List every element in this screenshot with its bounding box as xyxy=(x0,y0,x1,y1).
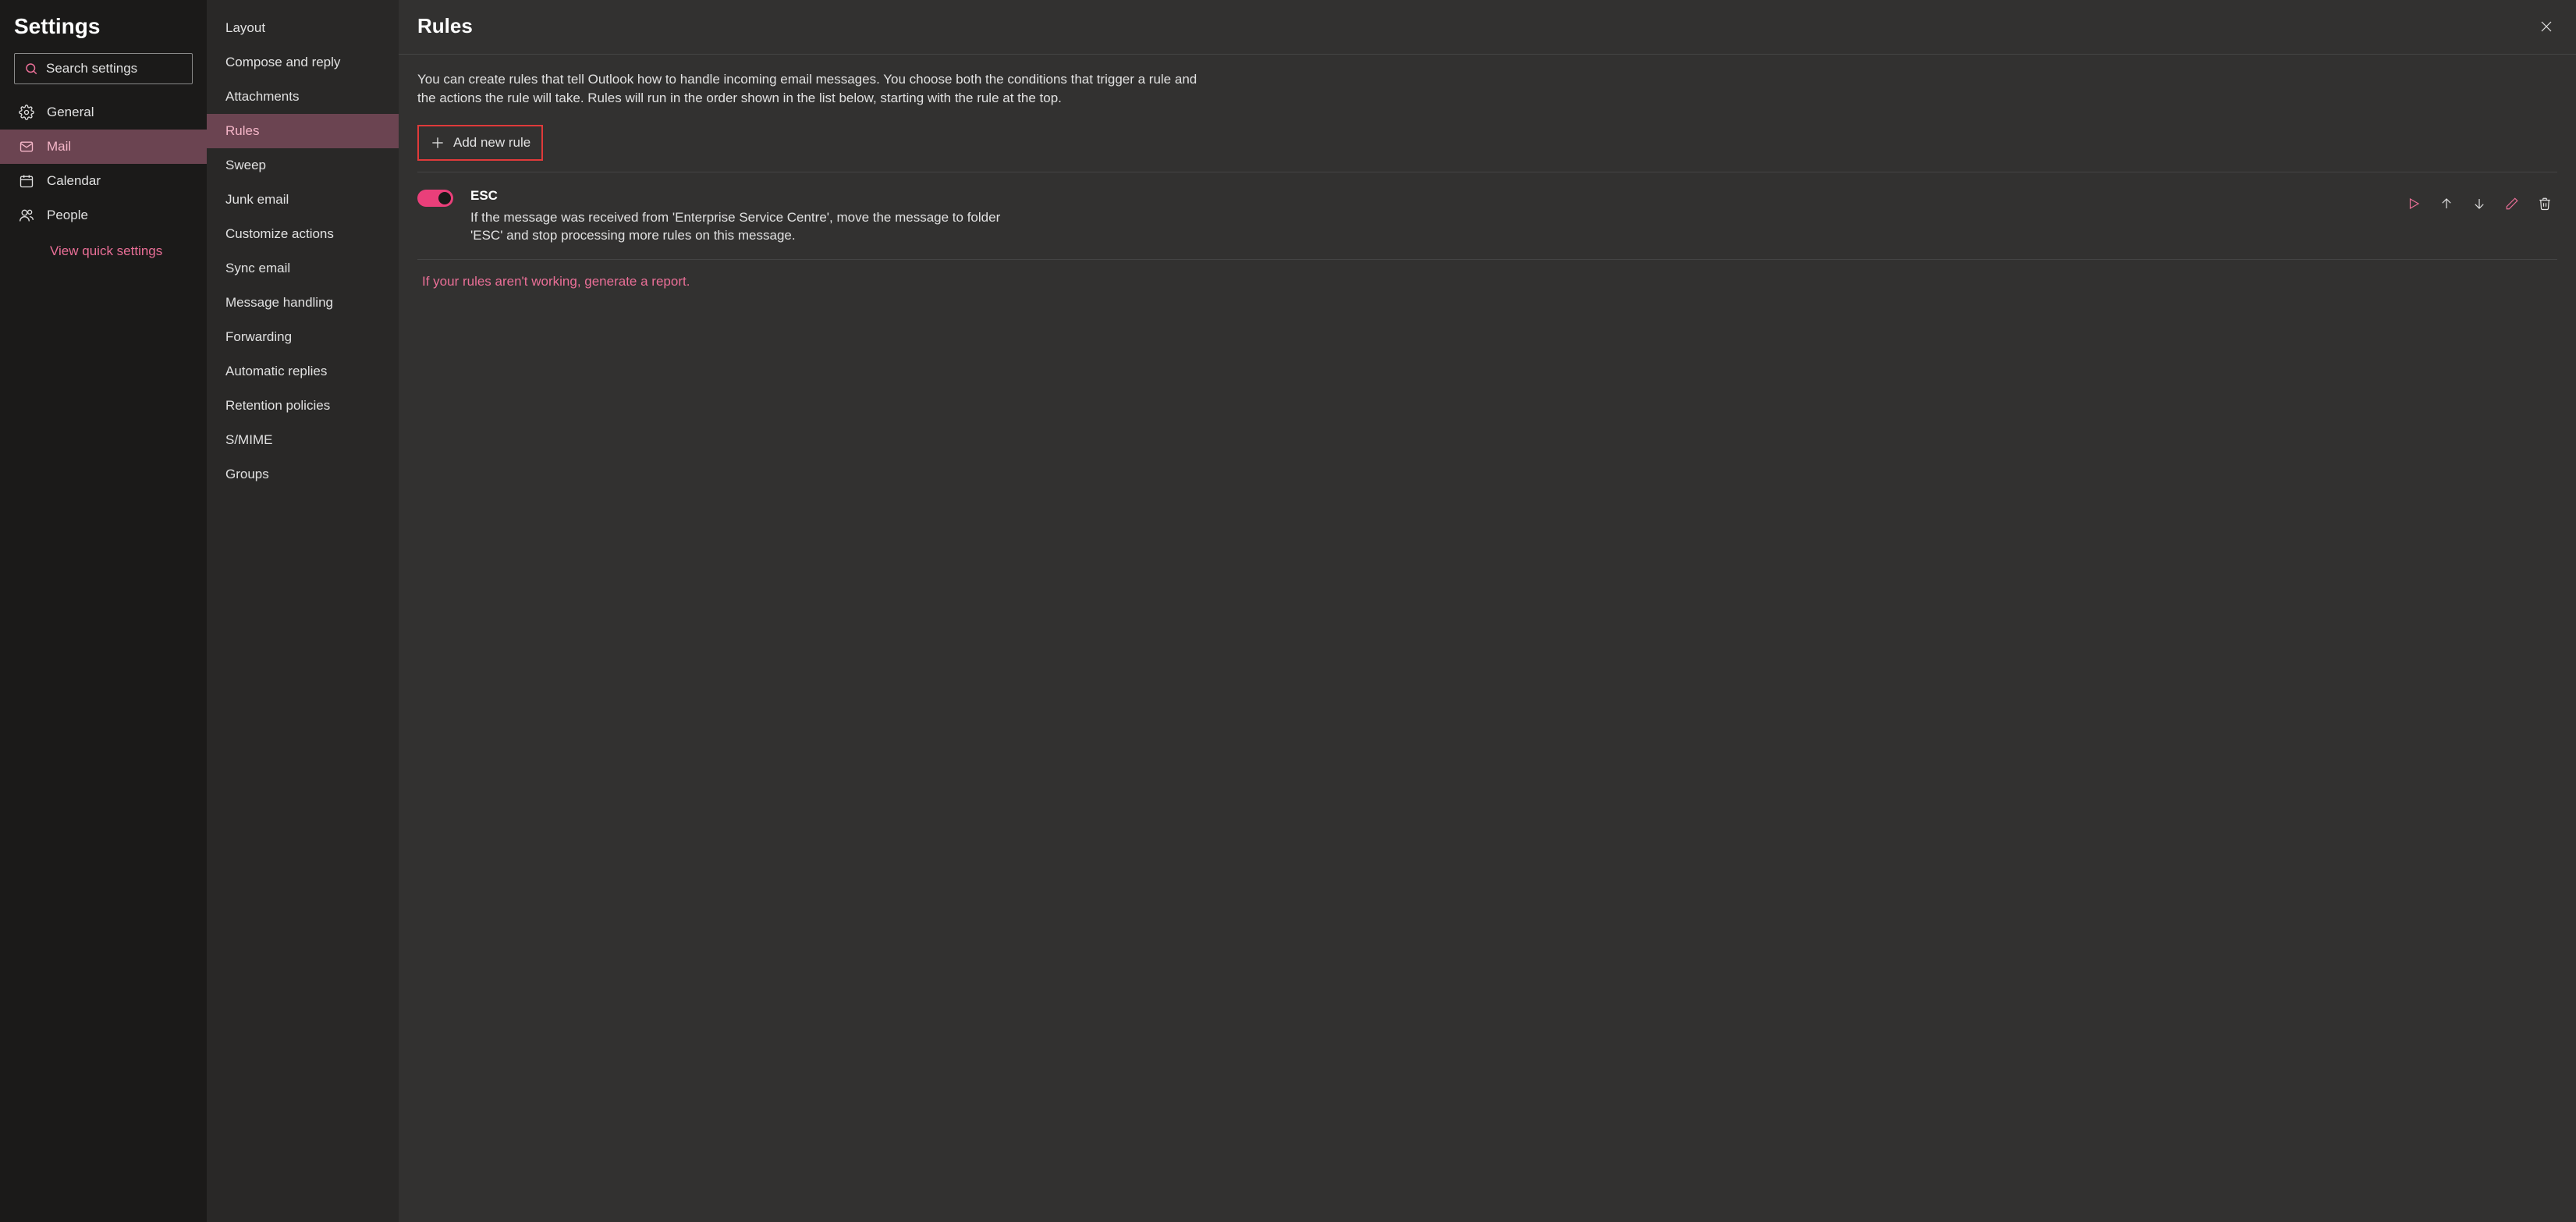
nav-item-label: People xyxy=(47,208,88,223)
subnav-item-smime[interactable]: S/MIME xyxy=(207,423,399,457)
subnav-label: Groups xyxy=(225,467,269,482)
rule-toggle[interactable] xyxy=(417,190,453,207)
subnav-label: Junk email xyxy=(225,192,289,208)
rules-intro: You can create rules that tell Outlook h… xyxy=(417,70,1198,108)
edit-rule-button[interactable] xyxy=(2504,196,2520,211)
subnav-label: Sync email xyxy=(225,261,290,276)
move-up-button[interactable] xyxy=(2439,196,2454,211)
search-input[interactable]: Search settings xyxy=(14,53,193,84)
delete-rule-button[interactable] xyxy=(2537,196,2553,211)
nav-item-general[interactable]: General xyxy=(0,95,207,130)
settings-nav: Settings Search settings General Mail xyxy=(0,0,207,1222)
subnav-label: Automatic replies xyxy=(225,364,327,379)
rule-row: ESC If the message was received from 'En… xyxy=(417,185,2557,261)
nav-item-mail[interactable]: Mail xyxy=(0,130,207,164)
subnav-item-customize-actions[interactable]: Customize actions xyxy=(207,217,399,251)
subnav-item-forwarding[interactable]: Forwarding xyxy=(207,320,399,354)
subnav-item-sync[interactable]: Sync email xyxy=(207,251,399,286)
mail-subnav: Layout Compose and reply Attachments Rul… xyxy=(207,0,399,1222)
calendar-icon xyxy=(19,173,34,189)
subnav-item-sweep[interactable]: Sweep xyxy=(207,148,399,183)
subnav-label: Customize actions xyxy=(225,226,334,242)
nav-item-label: Calendar xyxy=(47,173,101,189)
move-down-button[interactable] xyxy=(2471,196,2487,211)
subnav-label: Message handling xyxy=(225,295,333,311)
subnav-label: Layout xyxy=(225,20,265,36)
search-placeholder: Search settings xyxy=(46,61,137,76)
subnav-item-compose[interactable]: Compose and reply xyxy=(207,45,399,80)
pencil-icon xyxy=(2505,197,2519,211)
rule-name: ESC xyxy=(470,188,1017,204)
rules-panel: Rules You can create rules that tell Out… xyxy=(399,0,2576,1222)
add-new-rule-button[interactable]: Add new rule xyxy=(417,125,543,161)
mail-icon xyxy=(19,139,34,155)
subnav-label: S/MIME xyxy=(225,432,272,448)
view-quick-settings-link[interactable]: View quick settings xyxy=(0,233,207,259)
subnav-item-groups[interactable]: Groups xyxy=(207,457,399,492)
subnav-item-junk[interactable]: Junk email xyxy=(207,183,399,217)
nav-item-label: General xyxy=(47,105,94,120)
subnav-label: Rules xyxy=(225,123,259,139)
subnav-item-attachments[interactable]: Attachments xyxy=(207,80,399,114)
run-rule-button[interactable] xyxy=(2406,196,2422,211)
play-icon xyxy=(2407,197,2421,211)
rule-actions xyxy=(2406,188,2557,211)
arrow-down-icon xyxy=(2472,197,2486,211)
add-rule-label: Add new rule xyxy=(453,135,530,151)
subnav-label: Retention policies xyxy=(225,398,330,414)
subnav-item-rules[interactable]: Rules xyxy=(207,114,399,148)
trash-icon xyxy=(2538,197,2552,211)
subnav-item-message-handling[interactable]: Message handling xyxy=(207,286,399,320)
subnav-label: Forwarding xyxy=(225,329,292,345)
rule-text: ESC If the message was received from 'En… xyxy=(470,188,1017,246)
arrow-up-icon xyxy=(2439,197,2454,211)
rule-description: If the message was received from 'Enterp… xyxy=(470,208,1017,246)
gear-icon xyxy=(19,105,34,120)
subnav-item-automatic-replies[interactable]: Automatic replies xyxy=(207,354,399,389)
close-icon xyxy=(2539,20,2553,34)
subnav-label: Sweep xyxy=(225,158,266,173)
nav-item-people[interactable]: People xyxy=(0,198,207,233)
settings-title: Settings xyxy=(0,14,207,53)
page-title: Rules xyxy=(417,14,473,38)
people-icon xyxy=(19,208,34,223)
subnav-item-layout[interactable]: Layout xyxy=(207,11,399,45)
nav-item-label: Mail xyxy=(47,139,71,155)
generate-report-link[interactable]: If your rules aren't working, generate a… xyxy=(417,274,690,290)
content-header: Rules xyxy=(399,0,2576,55)
close-button[interactable] xyxy=(2535,16,2557,37)
toggle-knob xyxy=(438,192,451,204)
subnav-label: Compose and reply xyxy=(225,55,340,70)
subnav-item-retention[interactable]: Retention policies xyxy=(207,389,399,423)
subnav-label: Attachments xyxy=(225,89,300,105)
plus-icon xyxy=(430,135,445,151)
nav-item-calendar[interactable]: Calendar xyxy=(0,164,207,198)
search-icon xyxy=(24,62,38,76)
content-body: You can create rules that tell Outlook h… xyxy=(399,55,2576,305)
